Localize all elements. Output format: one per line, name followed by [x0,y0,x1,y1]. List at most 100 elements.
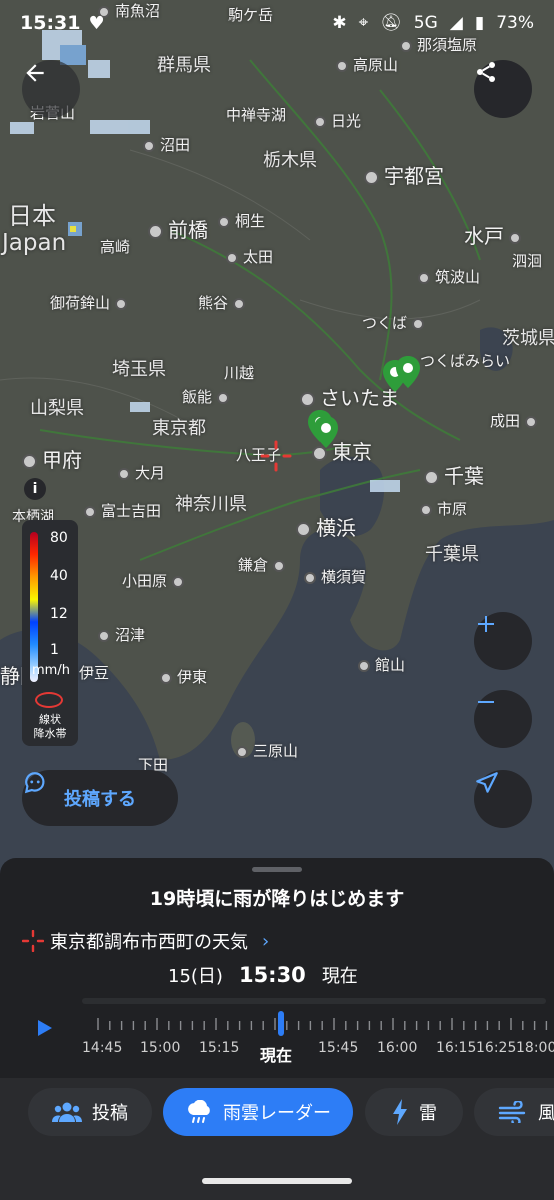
place-marker [300,392,315,407]
place-marker [236,745,248,758]
place-marker [148,224,163,239]
place-label: 前橋 [148,214,208,243]
place-label: 市原 [420,498,467,519]
place-marker [160,671,172,684]
place-label: 三原山 [236,740,298,761]
home-indicator[interactable] [202,1178,352,1184]
battery-icon: ▮ [474,13,485,33]
share-button[interactable] [474,60,532,118]
place-name: 市原 [437,500,468,518]
place-marker [336,59,348,72]
place-marker [273,559,286,572]
place-name: 成田 [490,412,521,430]
place-marker [420,503,432,516]
tab-label: 風 [538,1103,554,1124]
place-label: 高原山 [336,54,398,75]
place-marker [304,571,316,584]
timeline-label: 14:45 [82,1040,123,1056]
network-type: 5G [413,13,438,33]
legend-unit: mm/h [32,663,70,678]
region-label: 神奈川県 [175,494,247,515]
timeline-label: 16:15 [436,1040,477,1056]
place-marker [312,446,327,461]
people-icon [52,1102,82,1122]
place-label: つくばみらい [420,350,510,371]
place-label: 横須賀 [304,566,366,587]
play-button[interactable] [24,1008,64,1048]
navigation-arrow-icon [476,772,498,793]
zoom-out-button[interactable] [474,690,532,748]
place-name: 太田 [243,248,274,266]
place-name: 横須賀 [321,568,367,586]
timeline-track[interactable] [82,998,546,1004]
timeline-cursor[interactable] [278,1011,285,1036]
place-name: 日光 [331,112,362,130]
place-name: 川越 [224,364,255,382]
legend-value: 40 [50,568,68,584]
heart-icon: ♥ [88,12,105,34]
tab-label: 雷 [419,1103,437,1124]
place-label: 小田原 [122,570,189,591]
arrow-left-icon [26,64,44,82]
place-marker [143,139,155,152]
place-marker [296,522,311,537]
bluetooth-icon: ✱ [332,13,347,33]
legend-value: 12 [50,606,68,622]
timeline-label: 15:00 [140,1040,181,1056]
location-weather-link[interactable]: 東京都調布市西町の天気 › [22,928,269,954]
place-name: 宇都宮 [384,164,444,188]
target-location-icon [260,440,292,472]
post-button[interactable]: 投稿する [22,770,178,826]
place-label: 沼津 [98,624,145,645]
tab-rain-radar[interactable]: 雨雲レーダー [163,1088,353,1136]
info-icon[interactable]: i [24,478,46,500]
radar-map[interactable]: 群馬県 栃木県 埼玉県 山梨県 東京都 神奈川県 茨城県 千葉県 日本 Japa… [0,0,554,880]
timeline-now-label: 現在 [260,1046,293,1065]
place-label: 宇都宮 [364,160,444,189]
region-label: 茨城県 [502,328,554,349]
timeline-label: 15:45 [318,1040,359,1056]
place-name: 沼田 [160,136,191,154]
place-marker [358,659,370,672]
zoom-in-button[interactable] [474,612,532,670]
place-name: 飯能 [182,388,213,406]
timeline-label: 15:15 [199,1040,240,1056]
place-marker [314,115,326,128]
region-label: 埼玉県 [112,359,166,380]
bottom-tab-bar: 投稿 雨雲レーダー 雷 風 [0,1078,554,1200]
place-name: 伊豆 [79,664,110,682]
place-marker [226,251,238,264]
place-label: 鎌倉 [238,554,290,575]
place-name: 館山 [375,656,406,674]
location-icon: ⌖ [358,13,369,33]
rain-cloud-icon [188,1100,210,1123]
place-name: 水戸 [464,224,504,248]
legend-value: 80 [50,530,68,546]
place-name: 筑波山 [435,268,481,286]
forecast-sheet[interactable]: 19時頃に雨が降りはじめます 東京都調布市西町の天気 › 15(日) 15:30… [0,858,554,1078]
tab-post[interactable]: 投稿 [28,1088,152,1136]
legend-color-bar [30,532,38,682]
back-button[interactable] [22,60,80,118]
place-marker [364,170,379,185]
post-pin-icon[interactable] [314,416,338,448]
sheet-drag-handle[interactable] [252,867,302,872]
place-name: 桐生 [235,212,266,230]
place-label: 千葉 [424,460,484,489]
place-name: 熊谷 [198,294,229,312]
place-marker [98,629,110,642]
signal-icon: ◢ [449,13,463,33]
now-suffix: 現在 [321,966,358,987]
tab-thunder[interactable]: 雷 [365,1088,463,1136]
place-name: 前橋 [168,218,208,242]
chevron-right-icon: › [262,930,270,952]
tab-wind[interactable]: 風 [474,1088,554,1136]
place-marker [118,467,130,480]
post-pin-icon[interactable] [396,356,420,388]
rain-legend: 80 40 12 1 mm/h 線状 降水帯 [22,520,78,746]
place-name: 鎌倉 [238,556,269,574]
place-label: 飯能 [182,386,234,407]
current-location-button[interactable] [474,770,532,828]
status-bar: 15:31 ♥ ✱ ⌖ 🔕︎ 5G ◢ ▮ 73% [0,0,554,46]
place-name: 泗洄 [512,252,543,270]
